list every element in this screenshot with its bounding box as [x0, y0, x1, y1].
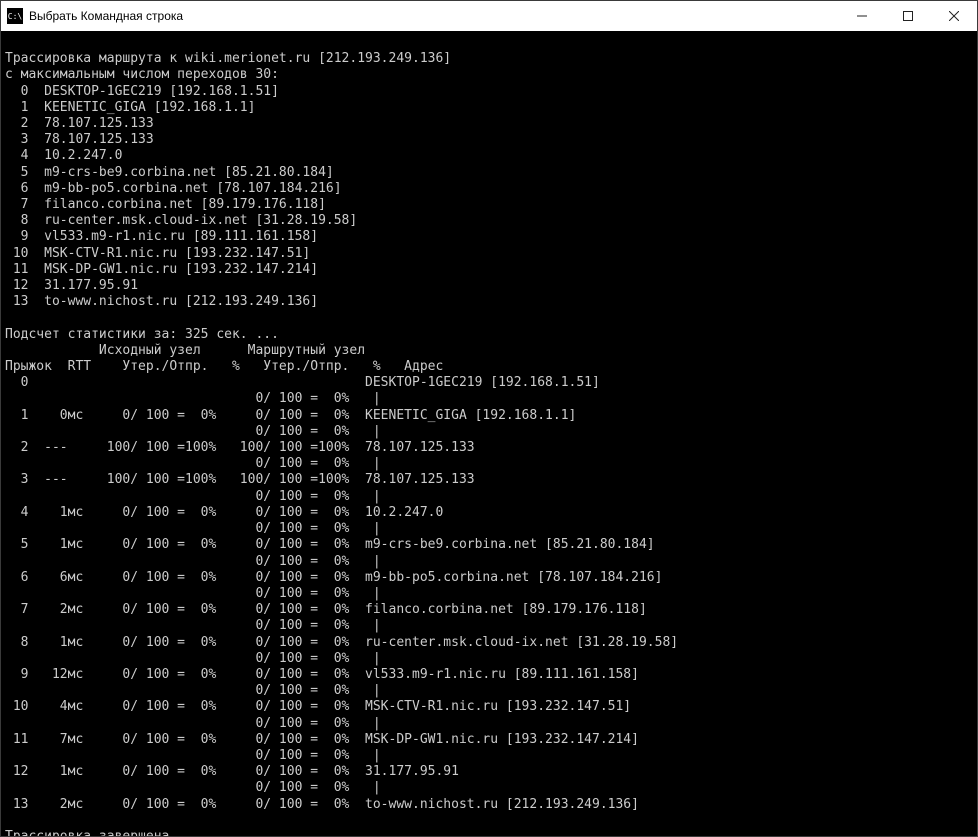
- maximize-button[interactable]: [885, 1, 931, 31]
- cmd-icon: C:\: [7, 8, 23, 24]
- terminal-output[interactable]: Трассировка маршрута к wiki.merionet.ru …: [1, 31, 977, 836]
- window-controls: [839, 1, 977, 31]
- minimize-button[interactable]: [839, 1, 885, 31]
- window-title: Выбрать Командная строка: [29, 9, 839, 23]
- titlebar[interactable]: C:\ Выбрать Командная строка: [1, 1, 977, 31]
- close-button[interactable]: [931, 1, 977, 31]
- command-prompt-window: C:\ Выбрать Командная строка Трассировка…: [0, 0, 978, 837]
